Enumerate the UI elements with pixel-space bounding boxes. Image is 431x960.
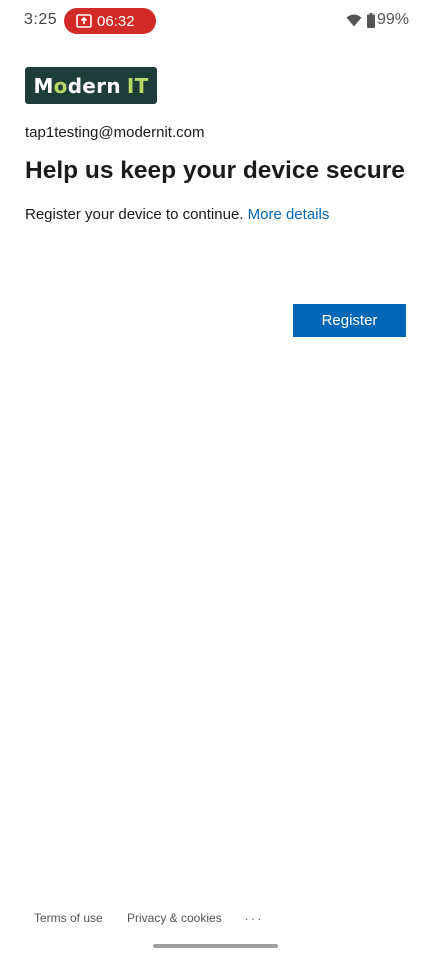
page-title: Help us keep your device secure bbox=[25, 157, 405, 184]
logo-text-o: o bbox=[53, 73, 68, 98]
privacy-cookies-link[interactable]: Privacy & cookies bbox=[127, 911, 222, 925]
company-logo: Modern IT bbox=[25, 67, 157, 104]
more-options-button[interactable]: ... bbox=[245, 909, 264, 923]
logo-text-it: IT bbox=[126, 73, 149, 98]
status-bar: 3:25 06:32 99% bbox=[0, 0, 431, 40]
logo-text-m: M bbox=[33, 73, 54, 98]
battery-icon bbox=[366, 12, 375, 28]
status-icons: 99% bbox=[346, 11, 409, 29]
gesture-navigation-handle[interactable] bbox=[153, 944, 278, 948]
screen-record-icon bbox=[76, 14, 92, 28]
logo-text-dern: dern bbox=[67, 73, 121, 98]
battery-percentage: 99% bbox=[376, 11, 409, 28]
footer: Terms of use Privacy & cookies ... bbox=[0, 909, 431, 931]
recording-timer: 06:32 bbox=[97, 12, 135, 30]
wifi-icon bbox=[346, 14, 362, 26]
terms-of-use-link[interactable]: Terms of use bbox=[34, 911, 103, 925]
account-email: tap1testing@modernit.com bbox=[25, 124, 205, 141]
subtitle-text: Register your device to continue. bbox=[25, 206, 244, 223]
register-button[interactable]: Register bbox=[293, 304, 406, 337]
page-subtitle: Register your device to continue. More d… bbox=[25, 206, 329, 223]
more-details-link[interactable]: More details bbox=[248, 206, 330, 223]
status-time: 3:25 bbox=[24, 11, 58, 28]
screen-record-indicator[interactable]: 06:32 bbox=[64, 8, 156, 34]
logo-wordmark: Modern IT bbox=[33, 74, 148, 98]
